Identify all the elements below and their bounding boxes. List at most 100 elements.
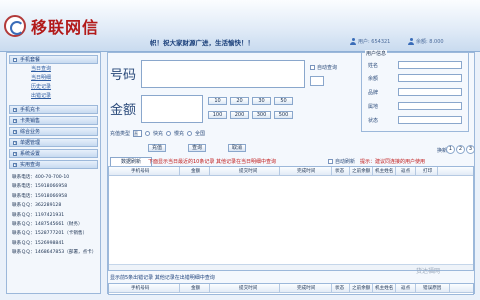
col-owner-name: 机主姓名 xyxy=(375,286,394,291)
recharge-button[interactable]: 充值 xyxy=(148,144,166,152)
amount-button-200[interactable]: 200 xyxy=(230,111,249,119)
col-submit-time: 提交时间 xyxy=(239,286,258,291)
recharge-type-select[interactable]: 直 xyxy=(133,130,143,137)
field-label-status: 状态 xyxy=(368,118,379,124)
col-prev-balance: 之前余额 xyxy=(352,286,371,291)
radio-fast[interactable] xyxy=(145,131,151,136)
field-label-brand: 品牌 xyxy=(368,90,379,96)
balance-icon xyxy=(408,38,414,45)
amount-button-50[interactable]: 50 xyxy=(274,97,293,105)
user-info-legend: 用户信息 xyxy=(365,50,388,57)
page-1-button[interactable]: 1 xyxy=(446,145,455,154)
sidebar-item-history[interactable]: 历史记录 xyxy=(31,83,100,92)
col-phone: 手机号码 xyxy=(131,286,150,291)
field-location xyxy=(398,102,462,110)
tip-notice: 提示：建议同连接的用户使用 xyxy=(360,159,426,165)
phone-label: 号码 xyxy=(110,68,137,83)
phone-input[interactable] xyxy=(141,60,305,88)
recent-records-table: 手机号码 金额 提交时间 完成时间 状态 之前余额 机主姓名 返点 打印 xyxy=(108,166,474,271)
sidebar-group-settings[interactable]: + 系统设置 xyxy=(9,149,98,158)
col-status: 状态 xyxy=(335,286,345,291)
table-header: 手机号码 金额 提交时间 完成时间 状态 之前余额 机主姓名 返点 打印 xyxy=(109,167,473,176)
sidebar-group-services[interactable]: + 综合业务 xyxy=(9,127,98,136)
expand-icon[interactable]: + xyxy=(13,107,17,112)
radio-slow[interactable] xyxy=(166,131,172,136)
auto-query-checkbox[interactable]: 自动查询 xyxy=(310,64,337,71)
error-records-notice: 显示前5条出错记录 其他记录在出错明细中查询 xyxy=(110,275,215,281)
sidebar-item-today-query[interactable]: 当日查询 xyxy=(31,65,100,74)
contact-line: 联系电话：400-70-700-10 xyxy=(12,175,70,180)
expand-icon[interactable]: + xyxy=(13,151,17,156)
col-print: 打印 xyxy=(423,169,433,174)
amount-input[interactable] xyxy=(141,95,203,123)
field-label-balance: 余额 xyxy=(368,76,379,82)
field-name xyxy=(398,61,462,69)
radio-nationwide[interactable] xyxy=(187,131,193,136)
field-balance xyxy=(398,74,462,82)
user-info-panel: 用户信息 姓名 余额 品牌 属地 状态 xyxy=(361,50,469,132)
col-finish-time: 完成时间 xyxy=(297,169,316,174)
user-label: 用户: 654321 xyxy=(358,39,391,45)
recharge-type-row: 充值类型 直 快充 慢充 全国 xyxy=(110,130,206,137)
sidebar-item-today-detail[interactable]: 当日明细 xyxy=(31,74,100,83)
sidebar-group-card-sales[interactable]: + 卡类销售 xyxy=(9,116,98,125)
amount-button-10[interactable]: 10 xyxy=(208,97,227,105)
amount-button-500[interactable]: 500 xyxy=(274,111,293,119)
col-error-reason: 错误原因 xyxy=(423,286,442,291)
col-submit-time: 提交时间 xyxy=(239,169,258,174)
col-prev-balance: 之前余额 xyxy=(352,169,371,174)
contact-line: 联系ＱＱ：1487545661（财务） xyxy=(12,221,83,227)
app-window: 移联网信 帜！祝大家财源广进，生活愉快！！ 用户: 654321 余额: 8.0… xyxy=(0,0,480,300)
amount-button-100[interactable]: 100 xyxy=(208,111,227,119)
recent-records-notice: 下面显示当日最近的10条记录 其他记录在当日明细中查询 xyxy=(148,159,276,165)
expand-icon[interactable]: + xyxy=(13,129,17,134)
page-3-button[interactable]: 3 xyxy=(466,145,475,154)
contact-line: 联系ＱＱ：1468647853（部署，点卡） xyxy=(12,250,97,256)
expand-icon[interactable]: + xyxy=(13,140,17,145)
auto-refresh-checkbox[interactable]: 自动刷新 xyxy=(328,158,355,165)
sidebar: - 手机套餐 当日查询 当日明细 历史记录 出错记录 + 手机充卡 + 卡类销售 + 综… xyxy=(6,52,101,294)
logo-text: 移联网信 xyxy=(31,18,100,37)
collapse-icon[interactable]: - xyxy=(13,57,17,62)
col-phone: 手机号码 xyxy=(131,169,150,174)
amount-button-300[interactable]: 300 xyxy=(252,111,271,119)
user-icon xyxy=(350,38,356,45)
checkbox-box[interactable] xyxy=(310,65,315,70)
col-rebate: 返点 xyxy=(401,286,411,291)
col-owner-name: 机主姓名 xyxy=(375,169,394,174)
sidebar-group-phone-package[interactable]: - 手机套餐 xyxy=(9,55,98,64)
page-2-button[interactable]: 2 xyxy=(456,145,465,154)
count-box[interactable] xyxy=(310,76,324,86)
field-status xyxy=(398,116,462,124)
logo-icon xyxy=(4,15,26,37)
slogan: 帜！祝大家财源广进，生活愉快！！ xyxy=(150,39,254,47)
sidebar-group-documents[interactable]: + 单据管理 xyxy=(9,138,98,147)
col-amount: 金额 xyxy=(191,169,201,174)
sidebar-item-error-records[interactable]: 出错记录 xyxy=(31,92,100,101)
amount-button-20[interactable]: 20 xyxy=(230,97,249,105)
contact-line: 联系电话：15918066958 xyxy=(12,193,68,199)
checkbox-box[interactable] xyxy=(328,159,333,164)
amount-button-30[interactable]: 30 xyxy=(252,97,271,105)
expand-icon[interactable]: + xyxy=(13,118,17,123)
tab-data-refresh[interactable]: 数据刷新 xyxy=(110,157,152,166)
sidebar-group-phone-recharge[interactable]: + 手机充卡 xyxy=(9,105,98,114)
query-button[interactable]: 查询 xyxy=(188,144,206,152)
field-label-location: 属地 xyxy=(368,104,379,110)
col-status: 状态 xyxy=(335,169,345,174)
contact-line: 联系ＱＱ：1528777201（卡销售） xyxy=(12,231,88,237)
field-label-name: 姓名 xyxy=(368,63,379,69)
contact-line: 联系ＱＱ：1526998841 xyxy=(12,240,65,246)
contact-line: 联系ＱＱ：1197421931 xyxy=(12,212,65,218)
col-finish-time: 完成时间 xyxy=(297,286,316,291)
amount-label: 金额 xyxy=(110,103,137,118)
sidebar-group-utilities[interactable]: + 实用查询 xyxy=(9,160,98,169)
recharge-type-label: 充值类型 xyxy=(110,131,131,137)
contact-line: 联系ＱＱ：362289128 xyxy=(12,203,62,209)
cancel-button[interactable]: 取消 xyxy=(228,144,246,152)
contact-list: 联系电话：400-70-700-10 联系电话：15918066958 联系电话… xyxy=(7,173,100,258)
header-banner: 移联网信 帜！祝大家财源广进，生活愉快！！ 用户: 654321 余额: 8.0… xyxy=(0,0,480,52)
balance-label: 余额: 8.000 xyxy=(416,39,444,45)
watermark: 货达福网 xyxy=(416,268,441,275)
expand-icon[interactable]: + xyxy=(13,162,17,167)
